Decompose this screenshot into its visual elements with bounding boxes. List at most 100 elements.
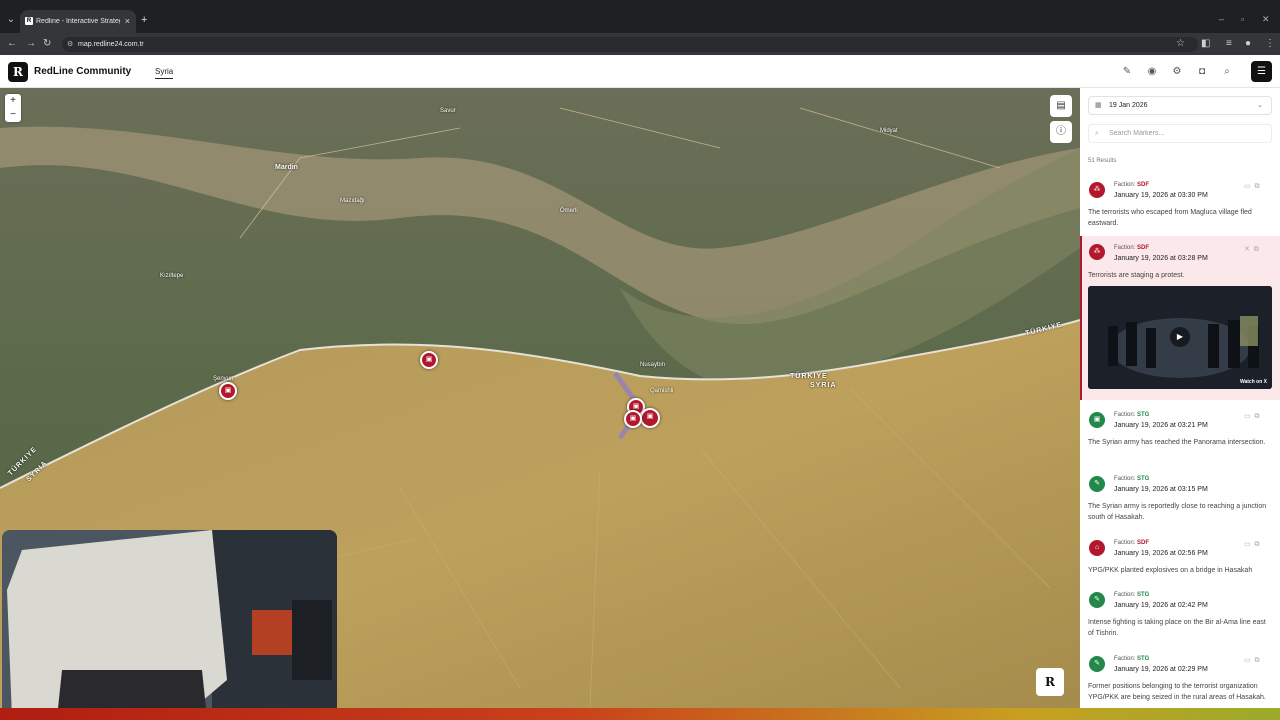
item-time: January 19, 2026 at 02:29 PM <box>1114 666 1208 673</box>
browser-menu-icon[interactable]: ⋮ <box>1265 38 1275 49</box>
tab-search-icon[interactable]: ⌄ <box>4 13 18 27</box>
map-marker-sdf[interactable]: ▣ <box>219 382 237 400</box>
map-marker-sdf[interactable]: ▣ <box>624 410 642 428</box>
camera-icon[interactable]: ◘ <box>1195 65 1209 79</box>
item-description: Terrorists are staging a protest. <box>1088 272 1185 279</box>
border-label: SYRIA <box>810 382 837 389</box>
favicon-icon: R <box>25 17 33 25</box>
date-value: 19 Jan 2026 <box>1109 102 1148 109</box>
date-selector[interactable]: ▦ 19 Jan 2026 ⌄ <box>1088 96 1272 115</box>
layers-pen-icon[interactable]: ✎ <box>1120 65 1134 79</box>
maximize-icon[interactable]: ▫ <box>1241 14 1244 24</box>
item-actions[interactable]: ▭ ⧉ <box>1244 540 1260 549</box>
item-description: The terrorists who escaped from Magluca … <box>1088 209 1252 227</box>
item-description: The Syrian army is reportedly close to r… <box>1088 503 1267 521</box>
hamburger-menu-icon[interactable]: ☰ <box>1251 61 1272 82</box>
faction-label: Faction: STG <box>1114 656 1150 662</box>
map-label: Mardin <box>275 164 298 171</box>
map-marker-sdf[interactable]: ▣ <box>640 408 660 428</box>
webcam-feed <box>2 530 337 718</box>
window-close-icon[interactable]: ✕ <box>1262 14 1270 25</box>
address-toolbar: ← → ↻ ⚙ map.redline24.com.tr ☆ ◧ ≡ ● ⋮ <box>0 33 1280 55</box>
faction-stg-icon: ✎ <box>1089 656 1105 672</box>
item-time: January 19, 2026 at 03:21 PM <box>1114 422 1208 429</box>
map-label: Nusaybin <box>640 362 666 368</box>
faction-label: Faction: SDF <box>1114 245 1150 251</box>
site-info-icon[interactable]: ⚙ <box>67 37 73 52</box>
webcam-overlay <box>2 530 337 718</box>
redline-logo[interactable]: R <box>8 62 28 82</box>
item-actions[interactable]: ✕ ⧉ <box>1244 245 1259 254</box>
video-thumbnail[interactable]: ▶ Watch on X <box>1088 286 1272 389</box>
url-bar[interactable]: ⚙ map.redline24.com.tr <box>62 37 1198 52</box>
watch-on-x-label[interactable]: Watch on X <box>1240 379 1267 385</box>
marker-list-item[interactable]: ✎ Faction: STG January 19, 2026 at 02:29… <box>1080 650 1280 708</box>
item-time: January 19, 2026 at 03:15 PM <box>1114 486 1208 493</box>
marker-list-item[interactable]: ⌂ Faction: SDF January 19, 2026 at 02:56… <box>1080 534 1280 584</box>
item-actions[interactable]: ▭ ⧉ <box>1244 412 1260 421</box>
pin-icon[interactable]: ◉ <box>1145 65 1159 79</box>
item-actions[interactable]: ▭ ⧉ <box>1244 182 1260 191</box>
profile-avatar-icon[interactable]: ● <box>1245 38 1251 49</box>
faction-sdf-icon: ⌂ <box>1089 540 1105 556</box>
app-header: R RedLine Community Syria ✎ ◉ ⚙ ◘ ⌕ ☰ <box>0 55 1280 88</box>
tab-syria[interactable]: Syria <box>155 67 174 79</box>
marker-list-item[interactable]: ✎ Faction: STG January 19, 2026 at 03:15… <box>1080 470 1280 532</box>
faction-stg-icon: ▣ <box>1089 412 1105 428</box>
search-markers-input[interactable]: ⌕ Search Markers... <box>1088 124 1272 143</box>
item-time: January 19, 2026 at 02:56 PM <box>1114 550 1208 557</box>
browser-tab[interactable]: R Redline - Interactive Strategic M × <box>20 10 136 33</box>
faction-label: Faction: STG <box>1114 476 1150 482</box>
item-time: January 19, 2026 at 03:30 PM <box>1114 192 1208 199</box>
markers-panel: ▦ 19 Jan 2026 ⌄ ⌕ Search Markers... 51 R… <box>1080 88 1280 708</box>
marker-list-item[interactable]: ✎ Faction: STG January 19, 2026 at 02:42… <box>1080 586 1280 648</box>
faction-sdf-icon: ⁂ <box>1089 244 1105 260</box>
search-icon[interactable]: ⌕ <box>1220 65 1234 79</box>
redline-map-logo[interactable]: R <box>1036 668 1064 696</box>
zoom-in-button[interactable]: + <box>5 94 21 108</box>
item-description: Former positions belonging to the terror… <box>1088 683 1266 701</box>
forward-icon[interactable]: → <box>26 38 36 49</box>
browser-tab-bar: ⌄ R Redline - Interactive Strategic M × … <box>0 0 1280 33</box>
faction-sdf-icon: ⁂ <box>1089 182 1105 198</box>
brand-name[interactable]: RedLine Community <box>34 66 131 77</box>
item-actions[interactable]: ▭ ⧉ <box>1244 656 1260 665</box>
marker-list-item[interactable]: ⁂ Faction: SDF January 19, 2026 at 03:30… <box>1080 176 1280 236</box>
search-placeholder: Search Markers... <box>1109 130 1165 137</box>
item-description: YPG/PKK planted explosives on a bridge i… <box>1088 567 1253 574</box>
map-marker-sdf[interactable]: ▣ <box>420 351 438 369</box>
map-label: Kızıltepe <box>160 273 184 279</box>
play-icon[interactable]: ▶ <box>1170 327 1190 347</box>
chevron-down-icon: ⌄ <box>1257 102 1263 109</box>
extensions-icon[interactable]: ◧ <box>1201 38 1210 49</box>
media-icon[interactable]: ≡ <box>1226 38 1232 49</box>
marker-list-item[interactable]: ▣ Faction: STG January 19, 2026 at 03:21… <box>1080 406 1280 468</box>
bottom-gradient-strip <box>0 708 1280 720</box>
info-icon[interactable]: ⓘ <box>1050 121 1072 143</box>
new-tab-button[interactable]: + <box>141 14 147 26</box>
map-label: Qamishli <box>650 388 674 394</box>
close-tab-icon[interactable]: × <box>125 16 130 26</box>
zoom-out-button[interactable]: − <box>5 108 21 122</box>
reload-icon[interactable]: ↻ <box>43 38 51 49</box>
faction-label: Faction: SDF <box>1114 182 1150 188</box>
gear-icon[interactable]: ⚙ <box>1170 65 1184 79</box>
bookmark-star-icon[interactable]: ☆ <box>1176 38 1185 49</box>
results-count: 51 Results <box>1088 158 1117 164</box>
zoom-controls: + − <box>5 94 21 122</box>
item-description: The Syrian army has reached the Panorama… <box>1088 439 1266 446</box>
back-icon[interactable]: ← <box>7 38 17 49</box>
faction-stg-icon: ✎ <box>1089 592 1105 608</box>
map-label: Ömerli <box>560 208 578 214</box>
map-label: Midyat <box>880 128 898 134</box>
faction-label: Faction: STG <box>1114 412 1150 418</box>
url-text: map.redline24.com.tr <box>78 41 144 48</box>
faction-label: Faction: STG <box>1114 592 1150 598</box>
faction-label: Faction: SDF <box>1114 540 1150 546</box>
item-time: January 19, 2026 at 03:28 PM <box>1114 255 1208 262</box>
map-label: Savur <box>440 108 456 114</box>
minimize-icon[interactable]: – <box>1219 14 1224 24</box>
search-icon: ⌕ <box>1095 130 1099 137</box>
calendar-icon: ▦ <box>1095 102 1102 109</box>
map-layers-icon[interactable]: ▤ <box>1050 95 1072 117</box>
